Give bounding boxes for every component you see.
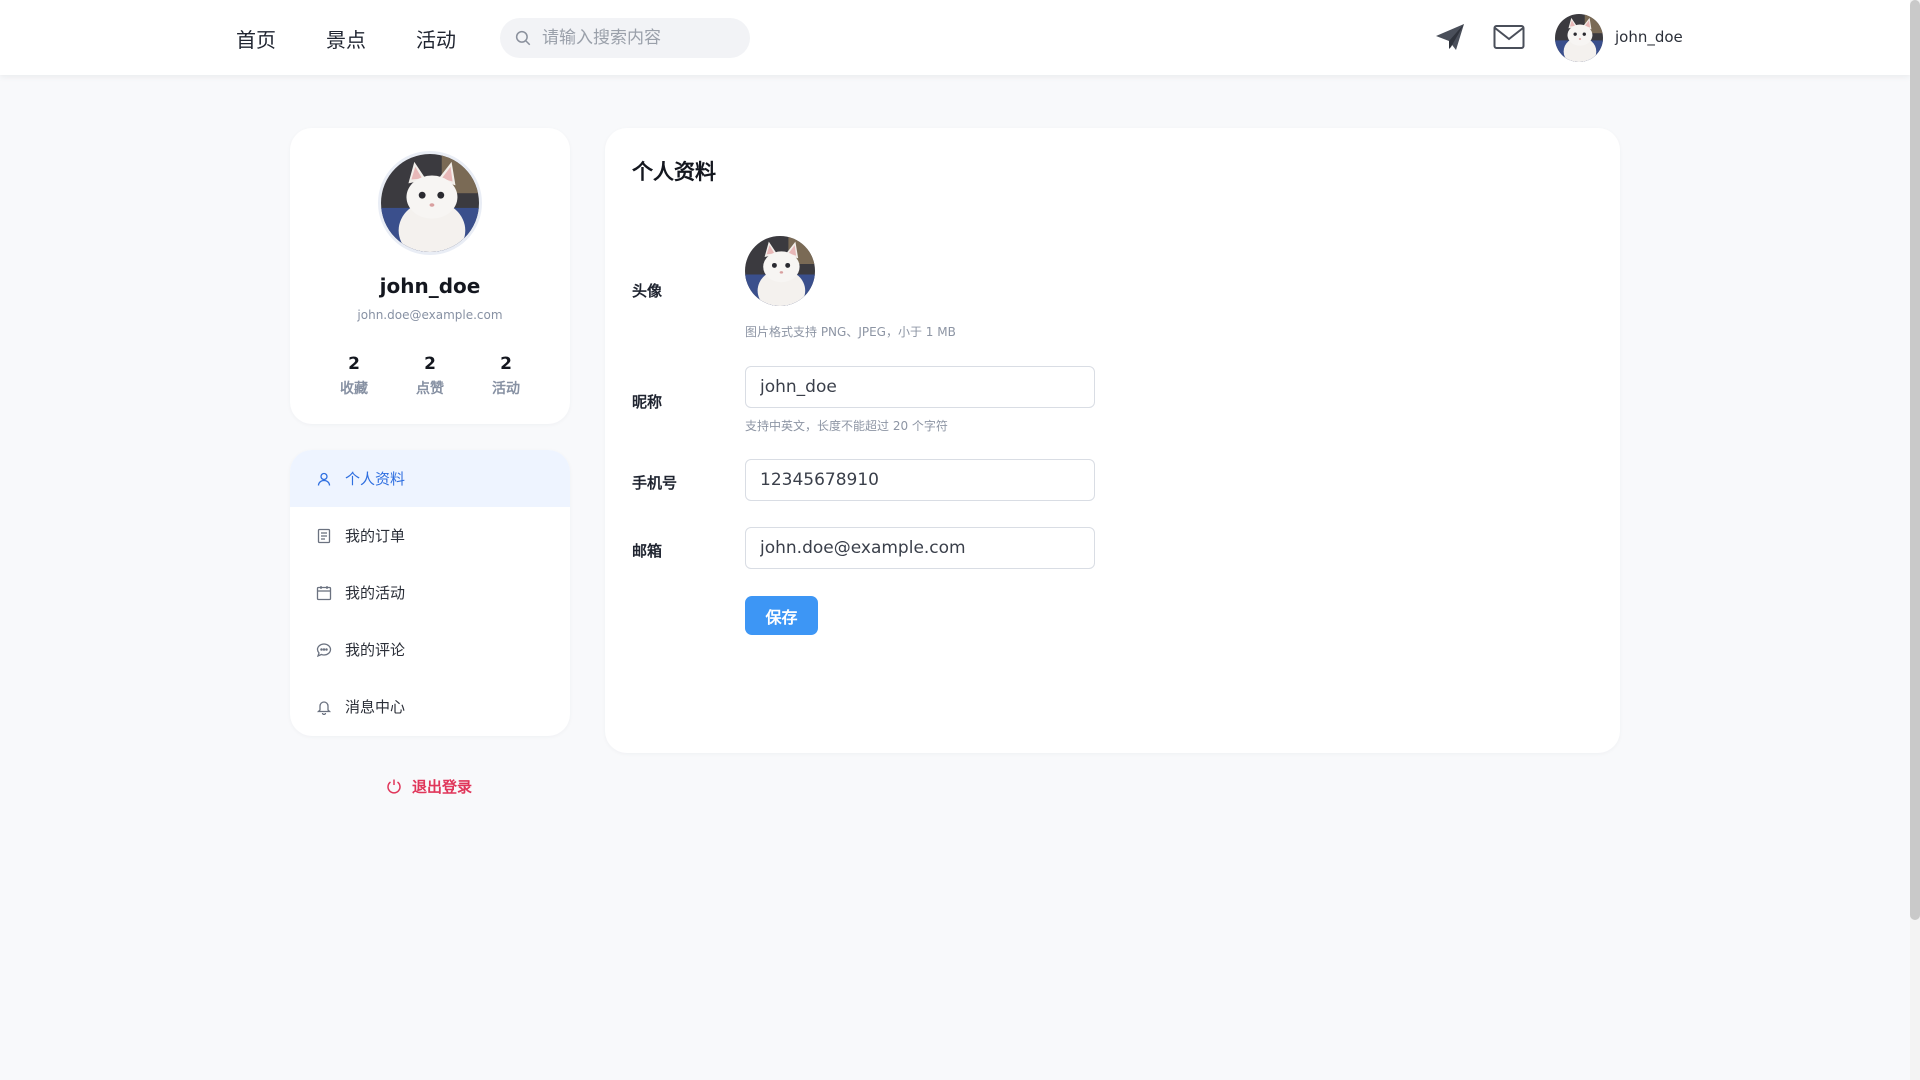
phone-label: 手机号 [632,474,678,492]
logout-button[interactable]: 退出登录 [386,774,472,798]
sidebar-item-label: 我的活动 [345,584,406,602]
phone-input[interactable] [745,459,1095,501]
sidebar-item-label: 消息中心 [345,698,406,716]
stat-likes[interactable]: 2 点赞 [400,354,460,398]
save-button[interactable]: 保存 [745,596,818,635]
document-icon [317,528,331,543]
profile-email: john.doe@example.com [357,308,503,322]
sidebar-item-label: 我的评论 [345,641,406,659]
stat-activities[interactable]: 2 活动 [476,354,536,398]
nav-link-attractions[interactable]: 景点 [326,24,366,53]
logout-label: 退出登录 [412,777,473,796]
top-navigation-bar: 首页 景点 活动 john_doe [0,0,1910,75]
stat-favorites[interactable]: 2 收藏 [324,354,384,398]
avatar-upload[interactable] [745,236,815,306]
page-title: 个人资料 [632,160,716,184]
sidebar-item-label: 个人资料 [345,470,406,488]
sidebar-item-label: 我的订单 [345,527,406,545]
sidebar-item-comments[interactable]: 我的评论 [290,621,570,678]
paper-plane-icon[interactable] [1434,22,1466,52]
cat-avatar-image [745,236,815,306]
stat-count: 2 [424,354,436,374]
scrollbar-thumb[interactable] [1910,0,1920,920]
stat-count: 2 [348,354,360,374]
power-icon [387,779,401,794]
sidebar-item-messages[interactable]: 消息中心 [290,678,570,735]
chat-icon [316,642,332,657]
bell-icon [316,700,332,715]
nav-link-home[interactable]: 首页 [236,24,276,53]
search-icon [515,30,531,46]
avatar-hint: 图片格式支持 PNG、JPEG，小于 1 MB [745,325,956,339]
profile-summary-card: john_doe john.doe@example.com 2 收藏 2 点赞 … [290,128,570,424]
profile-username: john_doe [379,274,481,298]
search-box[interactable] [500,18,750,58]
email-label: 邮箱 [632,542,663,560]
email-input[interactable] [745,527,1095,569]
stat-label: 收藏 [340,381,368,397]
avatar-label: 头像 [632,282,663,300]
stat-count: 2 [500,354,512,374]
profile-avatar [378,151,482,255]
sidebar-item-my-activities[interactable]: 我的活动 [290,564,570,621]
nav-link-activities[interactable]: 活动 [416,24,456,53]
user-icon [317,472,331,486]
header-username[interactable]: john_doe [1615,28,1683,46]
nickname-label: 昵称 [632,393,663,411]
stat-label: 点赞 [416,381,444,397]
sidebar-menu: 个人资料 我的订单 我的活动 我的评论 消息中心 [290,450,570,736]
profile-form-card: 个人资料 头像 图片格式支持 PNG、JPEG，小于 1 MB 昵称 支持中英文… [605,128,1620,753]
sidebar-item-orders[interactable]: 我的订单 [290,507,570,564]
search-input[interactable] [542,18,738,58]
cat-avatar-image [1555,14,1603,62]
nickname-hint: 支持中英文，长度不能超过 20 个字符 [745,419,948,433]
cat-avatar-image [381,154,479,252]
calendar-icon [316,585,332,600]
mail-icon[interactable] [1493,22,1525,52]
nickname-input[interactable] [745,366,1095,408]
sidebar-item-profile[interactable]: 个人资料 [290,450,570,507]
stat-label: 活动 [492,381,520,397]
header-avatar[interactable] [1555,14,1603,62]
